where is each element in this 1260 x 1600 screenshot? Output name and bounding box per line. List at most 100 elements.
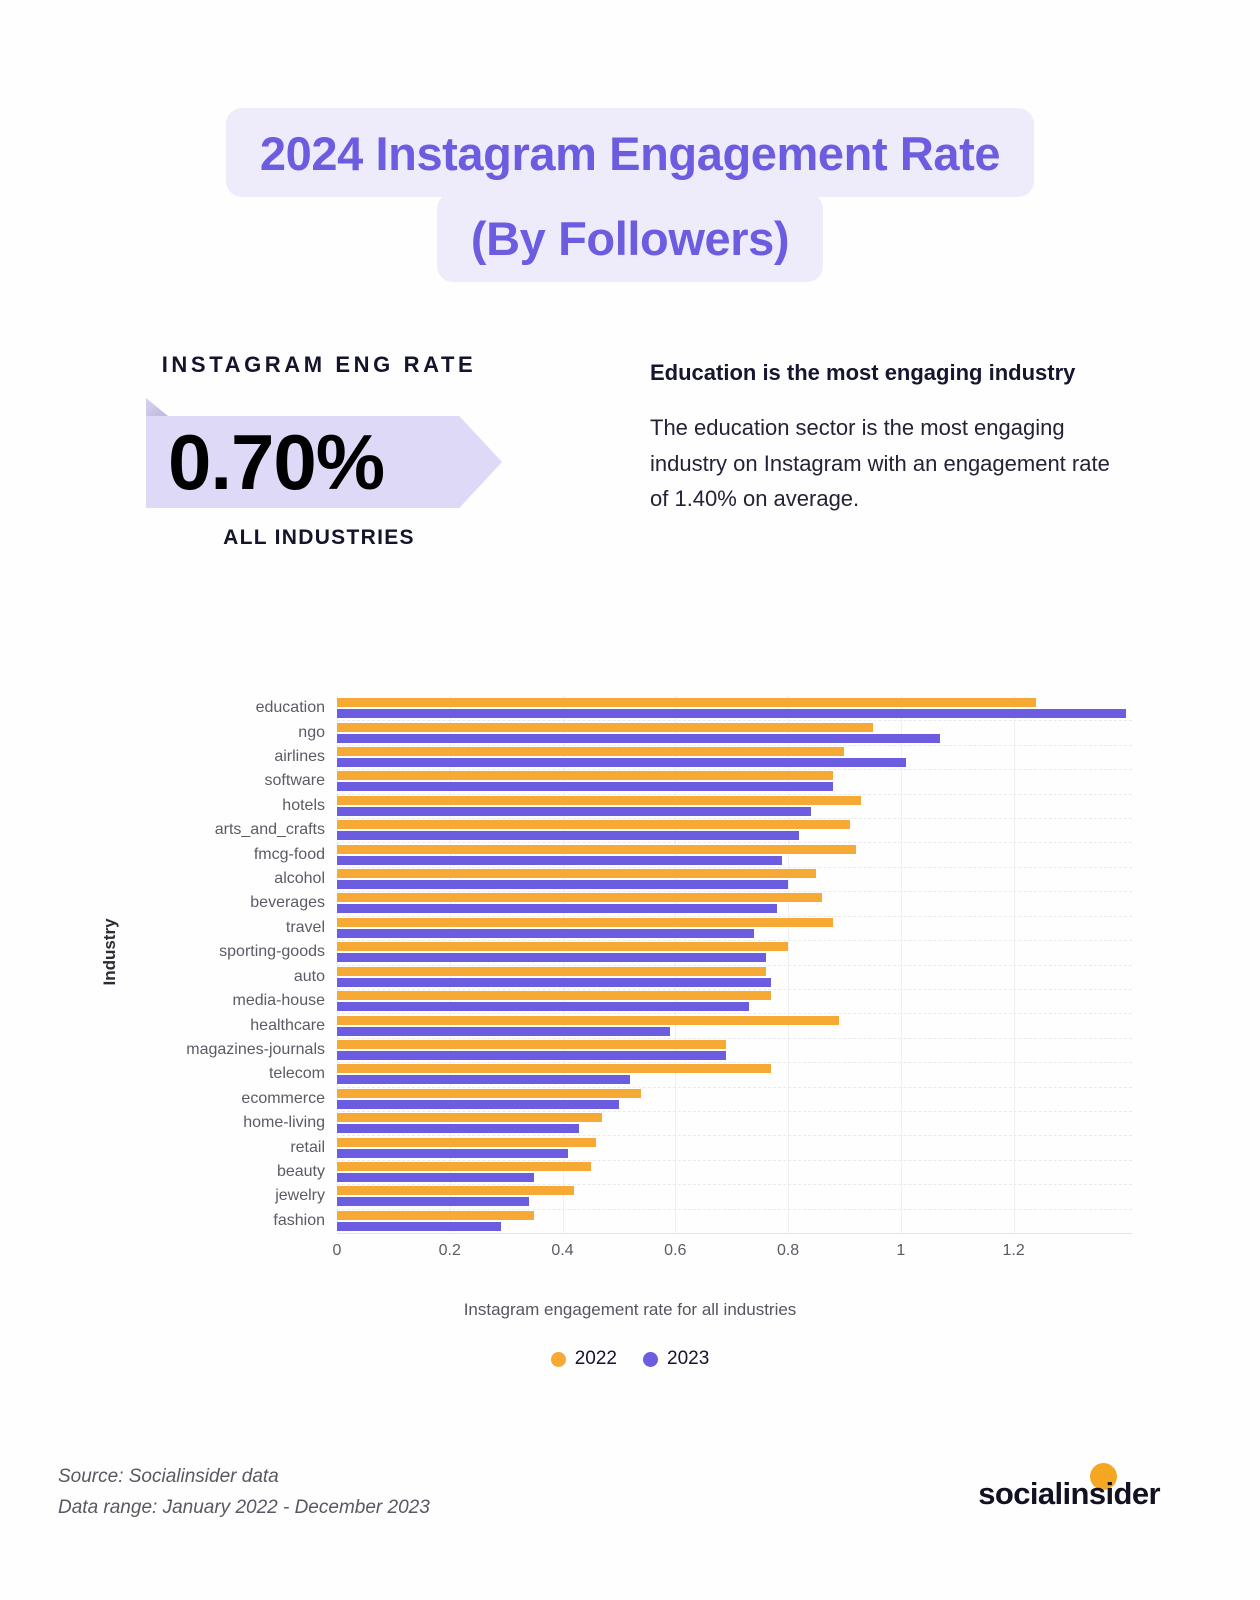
- socialinsider-logo: socialinsider: [978, 1463, 1161, 1512]
- bar-software-2022: [337, 771, 834, 781]
- y-label-fmcg-food: fmcg-food: [253, 845, 325, 863]
- bar-sporting-goods-2022: [337, 942, 789, 952]
- bar-alcohol-2022: [337, 869, 817, 879]
- engagement-bar-chart: Industry education ngo airlines software hot…: [0, 680, 1260, 1369]
- bar-ngo-2023: [337, 733, 941, 743]
- bar-jewelry-2022: [337, 1186, 574, 1196]
- bar-magazines-journals-2023: [337, 1050, 727, 1060]
- bar-travel-2022: [337, 917, 834, 927]
- bar-group: [337, 1184, 1132, 1208]
- bar-group: [337, 794, 1132, 818]
- note-block: Education is the most engaging industry …: [650, 358, 1120, 516]
- legend-item-2022[interactable]: 2022: [550, 1348, 617, 1370]
- x-tick-0.2: 0.2: [438, 1242, 461, 1259]
- y-label-education: education: [255, 699, 325, 717]
- legend-item-2023[interactable]: 2023: [643, 1348, 709, 1370]
- bar-education-2023: [337, 709, 1127, 719]
- infographic-page: 2024 Instagram Engagement Rate (By Follo…: [0, 0, 1260, 1600]
- chart-legend: 2022 2023: [0, 1348, 1260, 1370]
- ribbon-shape: 0.70%: [146, 416, 502, 508]
- legend-dot-2023: [643, 1351, 658, 1367]
- y-label-beverages: beverages: [250, 894, 325, 912]
- y-axis-labels: education ngo airlines software hotels arts_a…: [0, 696, 325, 1233]
- x-tick-1: 1: [896, 1242, 906, 1259]
- legend-label-2023: 2023: [667, 1348, 710, 1369]
- logo-text: socialinsider: [978, 1463, 1161, 1512]
- bar-airlines-2023: [337, 758, 907, 768]
- bar-group: [337, 1160, 1132, 1184]
- bar-group: [337, 769, 1132, 793]
- y-label-healthcare: healthcare: [250, 1016, 325, 1034]
- y-label-media-house: media-house: [232, 992, 326, 1010]
- bar-beverages-2023: [337, 904, 777, 914]
- bar-beauty-2023: [337, 1172, 535, 1182]
- bar-group: [337, 842, 1132, 866]
- title-line-1: 2024 Instagram Engagement Rate: [225, 108, 1035, 197]
- bar-arts_and_crafts-2022: [337, 820, 851, 830]
- stat-value: 0.70%: [168, 418, 385, 506]
- y-label-auto: auto: [293, 967, 325, 985]
- y-label-home-living: home-living: [243, 1114, 325, 1132]
- title-line-2: (By Followers): [436, 193, 824, 282]
- bar-home-living-2022: [337, 1113, 602, 1123]
- bar-auto-2023: [337, 977, 772, 987]
- bar-hotels-2022: [337, 795, 862, 805]
- bar-jewelry-2023: [337, 1197, 529, 1207]
- bar-fmcg-food-2023: [337, 855, 783, 865]
- y-label-ecommerce: ecommerce: [241, 1089, 325, 1107]
- bar-healthcare-2023: [337, 1026, 670, 1036]
- bar-group: [337, 989, 1132, 1013]
- bar-fashion-2023: [337, 1221, 501, 1231]
- y-label-jewelry: jewelry: [275, 1187, 325, 1205]
- bar-telecom-2022: [337, 1064, 772, 1074]
- bar-group: [337, 818, 1132, 842]
- bar-group: [337, 891, 1132, 915]
- bar-hotels-2023: [337, 806, 811, 816]
- bar-retail-2023: [337, 1148, 569, 1158]
- x-axis-line: [337, 1233, 1132, 1234]
- footer-data-range: Data range: January 2022 - December 2023: [58, 1496, 430, 1518]
- y-label-fashion: fashion: [273, 1211, 325, 1229]
- y-label-software: software: [264, 772, 325, 790]
- y-label-arts_and_crafts: arts_and_crafts: [214, 821, 325, 839]
- bar-home-living-2023: [337, 1124, 580, 1134]
- plot-area: [337, 696, 1132, 1234]
- bar-group: [337, 1135, 1132, 1159]
- bar-sporting-goods-2023: [337, 953, 766, 963]
- bar-group: [337, 1111, 1132, 1135]
- bar-fmcg-food-2022: [337, 844, 856, 854]
- bar-software-2023: [337, 782, 834, 792]
- bar-group: [337, 1209, 1132, 1233]
- bar-airlines-2022: [337, 747, 845, 757]
- x-axis-caption: Instagram engagement rate for all indust…: [463, 1300, 797, 1319]
- legend-dot-2022: [550, 1351, 566, 1367]
- bar-education-2022: [337, 698, 1037, 708]
- bar-auto-2022: [337, 966, 766, 976]
- bar-healthcare-2022: [337, 1015, 839, 1025]
- bar-group: [337, 1013, 1132, 1037]
- legend-label-2022: 2022: [574, 1348, 617, 1369]
- y-label-ngo: ngo: [298, 723, 325, 741]
- bar-travel-2023: [337, 928, 755, 938]
- x-tick-0.4: 0.4: [551, 1242, 574, 1259]
- footer: Source: Socialinsider data Data range: J…: [58, 1462, 430, 1524]
- bar-telecom-2023: [337, 1075, 631, 1085]
- y-label-airlines: airlines: [274, 748, 325, 766]
- note-heading: Education is the most engaging industry: [650, 360, 1076, 385]
- bar-arts_and_crafts-2023: [337, 831, 800, 841]
- y-label-beauty: beauty: [276, 1162, 325, 1180]
- x-tick-0.6: 0.6: [664, 1242, 687, 1259]
- logo-wordmark: socialinsider: [978, 1476, 1160, 1511]
- bar-magazines-journals-2022: [337, 1039, 727, 1049]
- stat-sublabel: ALL INDUSTRIES: [223, 526, 415, 549]
- bar-media-house-2023: [337, 1002, 749, 1012]
- ribbon-fold-corner: [146, 398, 168, 416]
- x-tick-0.8: 0.8: [776, 1242, 800, 1259]
- y-label-magazines-journals: magazines-journals: [186, 1040, 325, 1058]
- note-body: The education sector is the most engagin…: [650, 415, 1110, 511]
- stat-block: INSTAGRAM ENG RATE 0.70% ALL INDUSTRIES: [124, 352, 514, 550]
- y-label-telecom: telecom: [268, 1065, 325, 1083]
- bar-group: [337, 1038, 1132, 1062]
- y-label-retail: retail: [290, 1138, 325, 1156]
- bar-group: [337, 965, 1132, 989]
